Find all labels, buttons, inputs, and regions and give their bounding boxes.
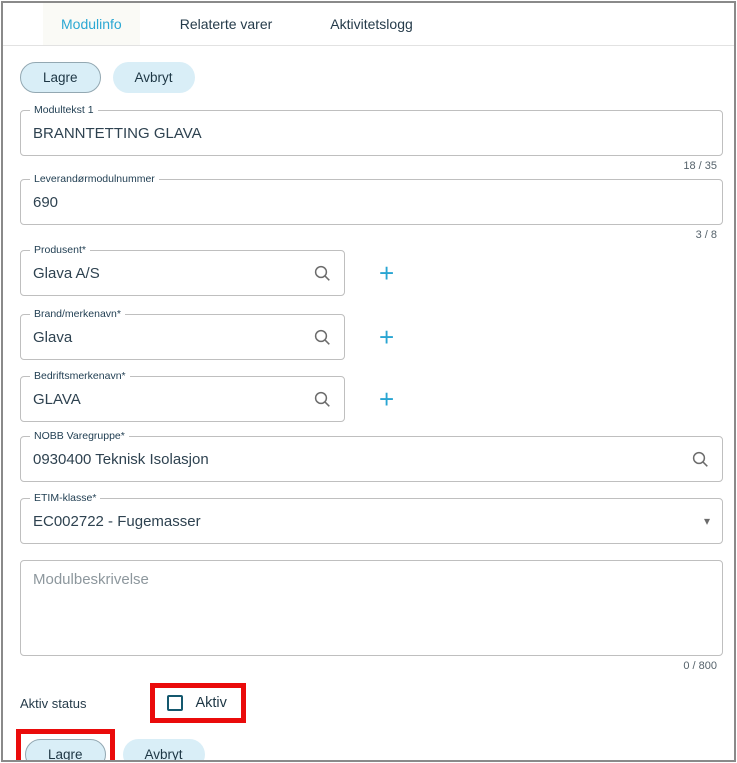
brand-search-icon[interactable] — [313, 328, 332, 347]
modultekst-field[interactable]: Modultekst 1 — [20, 110, 723, 156]
aktiv-checkbox-label: Aktiv — [195, 695, 226, 711]
aktiv-status-row: Aktiv status Aktiv — [20, 683, 734, 723]
etim-klasse-label: ETIM-klasse* — [30, 492, 100, 505]
modulbeskrivelse-textarea[interactable] — [33, 571, 710, 645]
search-icon — [313, 264, 332, 283]
modultekst-label: Modultekst 1 — [30, 104, 98, 117]
modultekst-counter: 18 / 35 — [20, 160, 717, 173]
tab-bar: Modulinfo Relaterte varer Aktivitetslogg — [3, 3, 734, 46]
tab-aktivitetslogg[interactable]: Aktivitetslogg — [312, 3, 430, 45]
produsent-field[interactable]: Produsent* — [20, 250, 345, 296]
bedriftsmerkenavn-search-icon[interactable] — [313, 390, 332, 409]
produsent-input[interactable] — [33, 265, 313, 282]
add-produsent-button[interactable]: + — [379, 260, 394, 286]
annotation-box-save: Lagre — [16, 729, 115, 762]
search-icon — [691, 450, 710, 469]
produsent-row: Produsent* + — [20, 250, 717, 296]
search-icon — [313, 390, 332, 409]
bedriftsmerkenavn-row: Bedriftsmerkenavn* + — [20, 376, 717, 422]
add-brand-button[interactable]: + — [379, 324, 394, 350]
brand-field[interactable]: Brand/merkenavn* — [20, 314, 345, 360]
etim-klasse-field[interactable]: ETIM-klasse* ▾ — [20, 498, 723, 544]
window-frame: Modulinfo Relaterte varer Aktivitetslogg… — [1, 1, 736, 762]
tab-relaterte-varer[interactable]: Relaterte varer — [162, 3, 291, 45]
annotation-box-aktiv: Aktiv — [150, 683, 245, 723]
bottom-toolbar: Lagre Avbryt — [16, 729, 734, 762]
save-button-top[interactable]: Lagre — [20, 62, 101, 93]
leverandormodulnummer-field[interactable]: Leverandørmodulnummer — [20, 179, 723, 225]
modultekst-input[interactable] — [33, 125, 710, 142]
aktiv-checkbox[interactable] — [167, 695, 183, 711]
leverandormodulnummer-label: Leverandørmodulnummer — [30, 173, 159, 186]
tab-modulinfo[interactable]: Modulinfo — [43, 3, 140, 45]
cancel-button-top[interactable]: Avbryt — [113, 62, 195, 93]
top-toolbar: Lagre Avbryt — [20, 62, 734, 93]
bedriftsmerkenavn-input[interactable] — [33, 391, 313, 408]
produsent-search-icon[interactable] — [313, 264, 332, 283]
bedriftsmerkenavn-label: Bedriftsmerkenavn* — [30, 370, 130, 383]
brand-row: Brand/merkenavn* + — [20, 314, 717, 360]
nobb-varegruppe-field[interactable]: NOBB Varegruppe* — [20, 436, 723, 482]
brand-input[interactable] — [33, 329, 313, 346]
chevron-down-icon[interactable]: ▾ — [704, 514, 710, 528]
cancel-button-bottom[interactable]: Avbryt — [123, 739, 205, 762]
leverandormodulnummer-input[interactable] — [33, 194, 710, 211]
add-bedriftsmerkenavn-button[interactable]: + — [379, 386, 394, 412]
aktiv-status-label: Aktiv status — [20, 696, 86, 711]
bedriftsmerkenavn-field[interactable]: Bedriftsmerkenavn* — [20, 376, 345, 422]
etim-klasse-input[interactable] — [33, 513, 704, 530]
modulbeskrivelse-field[interactable] — [20, 560, 723, 656]
leverandormodulnummer-counter: 3 / 8 — [20, 229, 717, 242]
nobb-varegruppe-label: NOBB Varegruppe* — [30, 430, 129, 443]
save-button-bottom[interactable]: Lagre — [25, 739, 106, 762]
produsent-label: Produsent* — [30, 244, 90, 257]
modulbeskrivelse-counter: 0 / 800 — [20, 660, 717, 673]
nobb-varegruppe-input[interactable] — [33, 451, 691, 468]
brand-label: Brand/merkenavn* — [30, 308, 125, 321]
nobb-varegruppe-search-icon[interactable] — [691, 450, 710, 469]
search-icon — [313, 328, 332, 347]
